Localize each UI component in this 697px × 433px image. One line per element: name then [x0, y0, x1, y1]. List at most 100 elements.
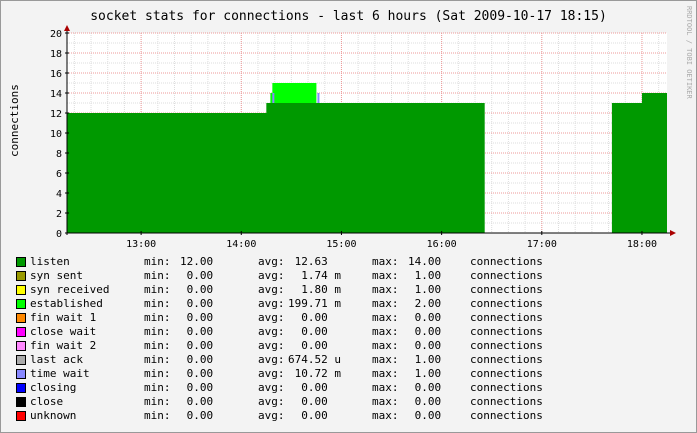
legend-swatch — [16, 341, 26, 351]
legend-avg-label: avg: — [258, 395, 285, 408]
legend-unit: connections — [470, 255, 543, 268]
legend-unit: connections — [470, 381, 543, 394]
legend-name: established — [30, 297, 103, 310]
legend-swatch — [16, 397, 26, 407]
legend-unit: connections — [470, 395, 543, 408]
legend-max-label: max: — [372, 409, 399, 422]
legend-max-label: max: — [372, 381, 399, 394]
legend-avg-value: 10.72 m — [288, 367, 341, 380]
legend-name: syn sent — [30, 269, 83, 282]
x-tick-label: 16:00 — [427, 239, 457, 250]
legend-avg-value: 1.80 m — [288, 283, 341, 296]
legend-avg-value: 0.00 — [288, 339, 341, 352]
legend-unit: connections — [470, 297, 543, 310]
legend-avg-label: avg: — [258, 269, 285, 282]
legend-unit: connections — [470, 367, 543, 380]
legend-min-label: min: — [144, 367, 171, 380]
legend-name: fin wait 1 — [30, 311, 97, 324]
legend-min-label: min: — [144, 325, 171, 338]
x-tick-label: 14:00 — [226, 239, 256, 250]
legend-max-label: max: — [372, 311, 399, 324]
legend-max-value: 14.00 — [408, 255, 442, 268]
legend-swatch — [16, 355, 26, 365]
legend-min-value: 0.00 — [180, 339, 214, 352]
legend-unit: connections — [470, 409, 543, 422]
legend-avg-label: avg: — [258, 381, 285, 394]
legend-min-value: 0.00 — [180, 395, 214, 408]
legend-name: syn received — [30, 283, 110, 296]
legend-name: last ack — [30, 353, 83, 366]
legend-name: close — [30, 395, 64, 408]
legend-max-value: 0.00 — [408, 339, 442, 352]
legend-min-value: 0.00 — [180, 297, 214, 310]
y-tick-label: 10 — [50, 129, 62, 140]
y-tick-label: 0 — [56, 229, 62, 240]
legend-avg-value: 0.00 — [288, 381, 341, 394]
y-tick-label: 14 — [50, 89, 62, 100]
legend-swatch — [16, 271, 26, 281]
legend-max-label: max: — [372, 339, 399, 352]
legend-max-label: max: — [372, 367, 399, 380]
legend-min-value: 0.00 — [180, 367, 214, 380]
legend-swatch — [16, 299, 26, 309]
legend-avg-value: 0.00 — [288, 325, 341, 338]
legend-max-value: 2.00 — [408, 297, 442, 310]
legend-name: time wait — [30, 367, 90, 380]
legend-min-value: 0.00 — [180, 311, 214, 324]
y-tick-label: 18 — [50, 49, 62, 60]
legend-max-label: max: — [372, 353, 399, 366]
legend-unit: connections — [470, 325, 543, 338]
legend-min-label: min: — [144, 269, 171, 282]
legend-avg-label: avg: — [258, 325, 285, 338]
y-tick-label: 12 — [50, 109, 62, 120]
legend-name: listen — [30, 255, 70, 268]
x-tick-label: 17:00 — [527, 239, 557, 250]
x-tick-label: 15:00 — [326, 239, 356, 250]
legend-min-label: min: — [144, 381, 171, 394]
x-tick-label: 13:00 — [126, 239, 156, 250]
y-tick-label: 20 — [50, 29, 62, 40]
legend-avg-value: 0.00 — [288, 409, 341, 422]
legend-min-value: 0.00 — [180, 409, 214, 422]
legend-max-label: max: — [372, 395, 399, 408]
legend-min-label: min: — [144, 297, 171, 310]
legend-max-label: max: — [372, 325, 399, 338]
legend-min-label: min: — [144, 255, 171, 268]
legend-avg-label: avg: — [258, 339, 285, 352]
y-tick-label: 2 — [56, 209, 62, 220]
x-tick-label: 18:00 — [627, 239, 657, 250]
legend-unit: connections — [470, 339, 543, 352]
legend-min-value: 0.00 — [180, 269, 214, 282]
legend-max-label: max: — [372, 297, 399, 310]
legend-avg-value: 674.52 u — [288, 353, 341, 366]
legend-avg-value: 1.74 m — [288, 269, 341, 282]
legend-name: unknown — [30, 409, 77, 422]
series-established — [270, 83, 317, 103]
legend-avg-label: avg: — [258, 283, 285, 296]
y-axis-arrow — [64, 25, 70, 31]
legend-swatch — [16, 257, 26, 267]
legend-max-label: max: — [372, 269, 399, 282]
legend-swatch — [16, 411, 26, 421]
legend-unit: connections — [470, 353, 543, 366]
legend-min-value: 0.00 — [180, 283, 214, 296]
legend-avg-label: avg: — [258, 409, 285, 422]
legend-min-label: min: — [144, 395, 171, 408]
legend-max-value: 1.00 — [408, 367, 442, 380]
legend-swatch — [16, 327, 26, 337]
legend-avg-value: 0.00 — [288, 395, 341, 408]
legend-avg-value: 0.00 — [288, 311, 341, 324]
legend-swatch — [16, 313, 26, 323]
y-tick-label: 16 — [50, 69, 62, 80]
legend-max-value: 1.00 — [408, 283, 442, 296]
legend-name: closing — [30, 381, 77, 394]
legend-max-value: 0.00 — [408, 409, 442, 422]
legend-min-value: 0.00 — [180, 381, 214, 394]
legend-max-value: 0.00 — [408, 325, 442, 338]
legend-avg-label: avg: — [258, 353, 285, 366]
legend-min-value: 12.00 — [180, 255, 214, 268]
legend-max-label: max: — [372, 255, 399, 268]
legend-max-value: 0.00 — [408, 381, 442, 394]
y-tick-label: 4 — [56, 189, 62, 200]
legend-swatch — [16, 383, 26, 393]
